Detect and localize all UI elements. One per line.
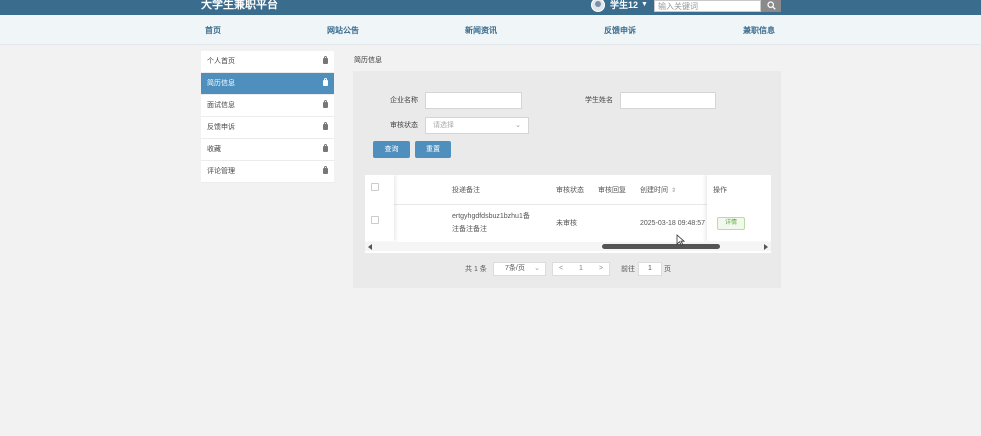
search-icon [767, 1, 776, 10]
student-name-label: 学生姓名 [585, 97, 613, 104]
nav-item-news[interactable]: 新闻资讯 [465, 26, 497, 36]
review-status-select[interactable]: 请选择 ⌄ [425, 117, 529, 134]
search-button[interactable] [761, 0, 781, 12]
query-button[interactable]: 查询 [373, 141, 410, 158]
sort-icon[interactable]: ⇕ [671, 187, 676, 196]
sidebar-item-label: 收藏 [207, 146, 221, 153]
sidebar-item-profile-home[interactable]: 个人首页 [201, 51, 334, 73]
scrollbar-thumb[interactable] [602, 244, 720, 249]
column-header-remark: 投递备注 [452, 187, 480, 194]
nav-item-jobs[interactable]: 兼职信息 [743, 26, 775, 36]
nav-item-feedback[interactable]: 反馈申诉 [604, 26, 636, 36]
lock-icon [323, 78, 328, 86]
company-name-label: 企业名称 [390, 97, 418, 104]
goto-label: 前往 [621, 266, 635, 273]
nav-item-home[interactable]: 首页 [205, 26, 221, 36]
page-number-current[interactable]: 1 [579, 263, 583, 275]
sidebar-item-resume[interactable]: 简历信息 [201, 73, 334, 95]
lock-icon [323, 166, 328, 174]
pager: < 1 > [552, 262, 610, 276]
created-cell: 2025-03-18 09:48:57 [640, 220, 705, 227]
page-size-select[interactable]: 7条/页 ⌄ [493, 262, 546, 276]
user-avatar[interactable] [591, 0, 605, 12]
lock-icon [323, 100, 328, 108]
chevron-down-icon[interactable]: ▼ [641, 0, 648, 10]
sidebar-item-label: 简历信息 [207, 80, 235, 87]
search-field[interactable] [654, 0, 761, 12]
company-name-input[interactable] [425, 92, 522, 109]
column-header-created-label: 创建时间 [640, 187, 668, 194]
scroll-left-arrow-icon[interactable] [368, 244, 372, 250]
page-size-value: 7条/页 [505, 265, 525, 272]
column-header-actions: 操作 [713, 187, 727, 194]
goto-suffix: 页 [664, 266, 671, 273]
column-header-reply: 审核回复 [598, 187, 626, 194]
sidebar-item-label: 评论管理 [207, 168, 235, 175]
sidebar-menu: 个人首页 简历信息 面试信息 反馈申诉 收藏 评论管理 [201, 51, 334, 183]
lock-icon [323, 122, 328, 130]
lock-icon [323, 56, 328, 64]
prev-page-button[interactable]: < [559, 263, 563, 275]
resume-table: 投递备注 审核状态 审核回复 创建时间 ⇕ ertgyhgdfdsbuz1bzhu… [365, 175, 771, 253]
fixed-actions-column: 操作 [707, 175, 771, 241]
fixed-checkbox-column [365, 175, 394, 241]
chevron-down-icon: ⌄ [515, 122, 521, 129]
status-cell: 未审核 [556, 220, 577, 227]
remark-cell-line2: 注备注备注 [452, 226, 487, 233]
sidebar-item-label: 反馈申诉 [207, 124, 235, 131]
main-nav: 首页 网站公告 新闻资讯 反馈申诉 兼职信息 [0, 15, 981, 45]
detail-button[interactable]: 详情 [717, 217, 745, 230]
sidebar-item-label: 个人首页 [207, 58, 235, 65]
review-status-label: 审核状态 [390, 122, 418, 129]
student-name-input[interactable] [620, 92, 716, 109]
sidebar-item-comments[interactable]: 评论管理 [201, 161, 334, 183]
site-title[interactable]: 大学生兼职平台 [201, 0, 278, 12]
sidebar-item-feedback[interactable]: 反馈申诉 [201, 117, 334, 139]
search-input[interactable] [655, 1, 760, 11]
column-header-created[interactable]: 创建时间 ⇕ [640, 186, 676, 196]
chevron-down-icon: ⌄ [534, 265, 540, 272]
pagination-total: 共 1 条 [465, 266, 487, 273]
lock-icon [323, 144, 328, 152]
scroll-right-arrow-icon[interactable] [764, 244, 768, 250]
nav-item-announcements[interactable]: 网站公告 [327, 26, 359, 36]
goto-page-input[interactable]: 1 [638, 262, 662, 276]
select-placeholder: 请选择 [433, 122, 454, 129]
top-bar: 大学生兼职平台 学生12 ▼ [0, 0, 981, 15]
sidebar-item-favorites[interactable]: 收藏 [201, 139, 334, 161]
remark-cell-line1: ertgyhgdfdsbuz1bzhu1备 [452, 213, 530, 220]
sidebar-item-label: 面试信息 [207, 102, 235, 109]
row-checkbox[interactable] [371, 216, 379, 224]
next-page-button[interactable]: > [599, 263, 603, 275]
column-header-status: 审核状态 [556, 187, 584, 194]
sidebar-item-interviews[interactable]: 面试信息 [201, 95, 334, 117]
reset-button[interactable]: 重置 [415, 141, 451, 158]
select-all-checkbox[interactable] [371, 183, 379, 191]
username[interactable]: 学生12 [610, 0, 638, 10]
page-title: 简历信息 [354, 57, 382, 64]
horizontal-scrollbar[interactable] [365, 242, 771, 251]
mouse-pointer-icon [676, 234, 685, 246]
